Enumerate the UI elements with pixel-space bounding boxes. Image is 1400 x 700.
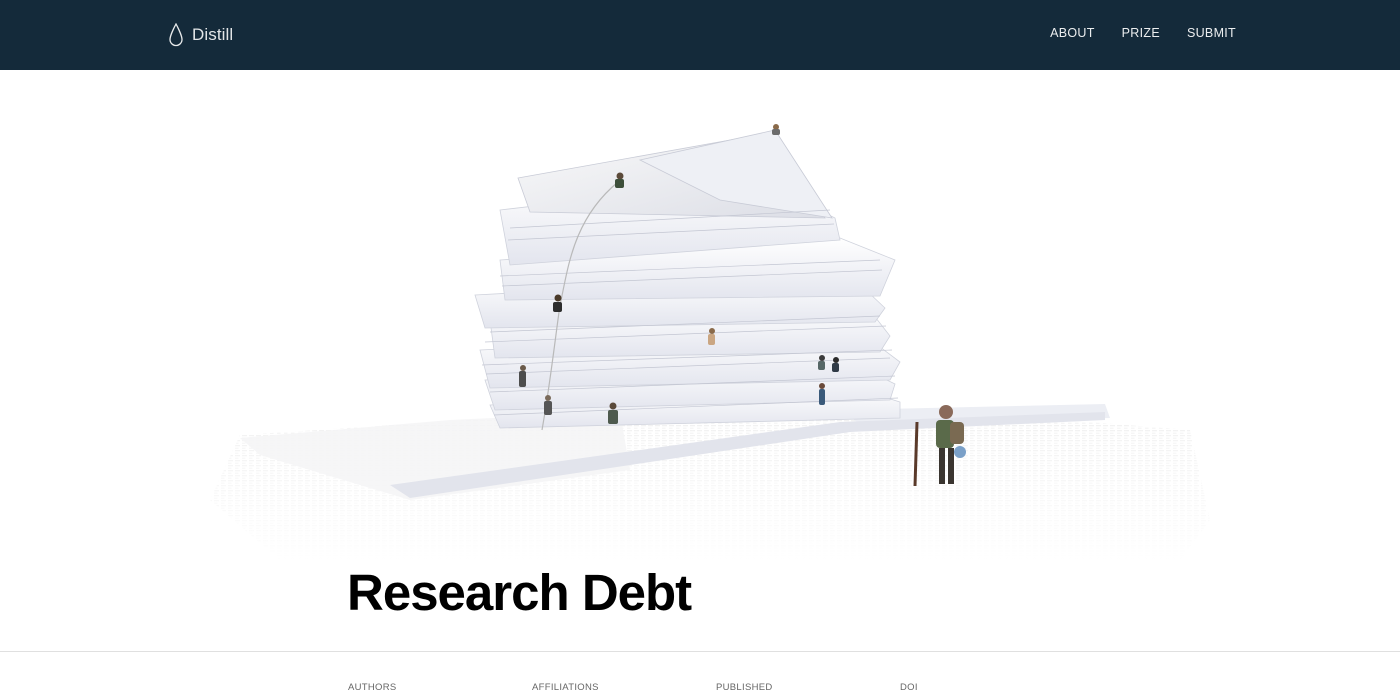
paper-stack-illustration [210, 124, 1210, 560]
brand-home-link[interactable]: Distill [168, 22, 233, 48]
byline: AUTHORS AFFILIATIONS PUBLISHED DOI [348, 682, 1084, 693]
byline-divider [0, 651, 1400, 652]
byline-published-heading: PUBLISHED [716, 682, 773, 693]
byline-authors-heading: AUTHORS [348, 682, 397, 693]
hero-illustration [200, 100, 1210, 565]
byline-affiliations-heading: AFFILIATIONS [532, 682, 599, 693]
distill-drop-icon [169, 23, 183, 47]
article-title: Research Debt [347, 564, 692, 621]
nav-submit-link[interactable]: SUBMIT [1187, 26, 1236, 40]
nav-about-link[interactable]: ABOUT [1050, 26, 1095, 40]
top-navigation-bar: Distill ABOUT PRIZE SUBMIT [0, 0, 1400, 70]
main-nav: ABOUT PRIZE SUBMIT [1050, 26, 1236, 40]
paper-stack [474, 129, 901, 429]
nav-prize-link[interactable]: PRIZE [1122, 26, 1160, 40]
brand-name: Distill [192, 25, 234, 44]
byline-doi-heading: DOI [900, 682, 918, 693]
